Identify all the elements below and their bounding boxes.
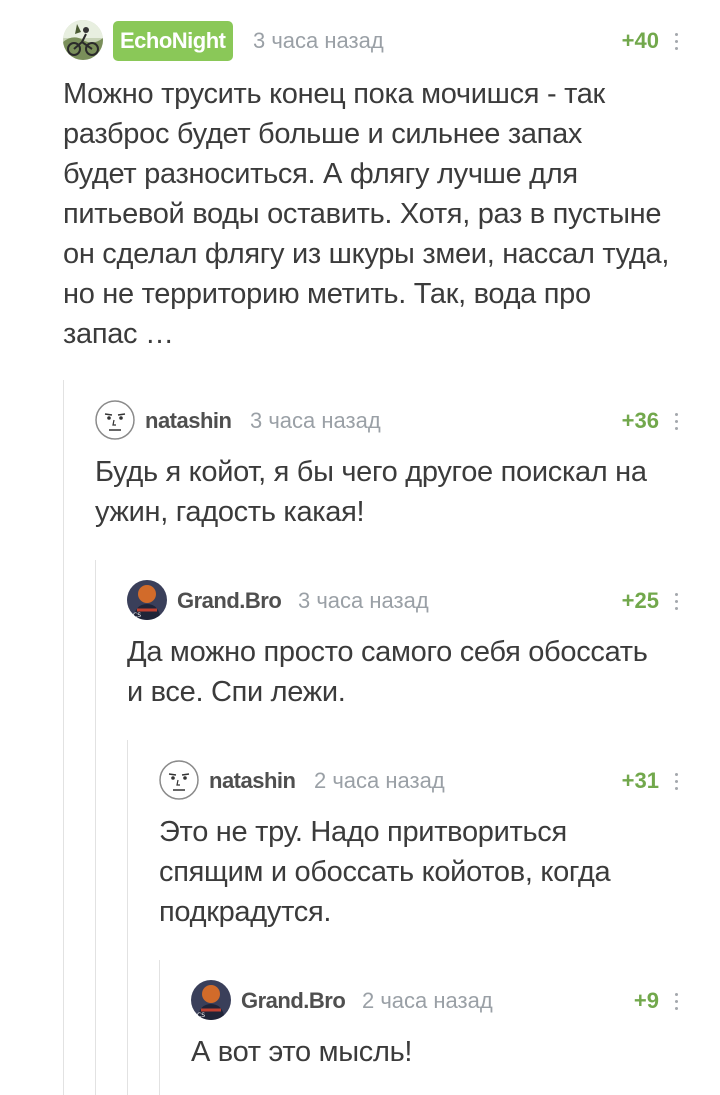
comment-rating: +9 xyxy=(633,988,659,1013)
comment-text-line: запас … xyxy=(63,318,174,350)
comment-header: EchoNight 3 часа назад +40 xyxy=(63,20,693,64)
comment-time[interactable]: 3 часа назад xyxy=(253,20,384,62)
comment-rating: +36 xyxy=(621,408,659,433)
comment: natashin 3 часа назад +36 Будь я койот, … xyxy=(95,400,693,532)
comment-time[interactable]: 2 часа назад xyxy=(314,760,445,802)
comment-time[interactable]: 3 часа назад xyxy=(250,400,381,442)
comment-text-line: Можно трусить конец пока мочишся - так xyxy=(63,78,605,110)
comment: CS Grand.Bro 3 часа назад +25 Да можно п… xyxy=(127,580,693,712)
comment-text-line: разброс будет больше и сильнее запах xyxy=(63,118,583,150)
comment-body: Можно трусить конец пока мочишся - так р… xyxy=(63,74,693,354)
comment-body: А вот это мысль! xyxy=(191,1032,693,1072)
comment-body: Это не тру. Надо притвориться спящим и о… xyxy=(159,812,693,932)
grand-bro-avatar-icon[interactable]: CS xyxy=(127,580,167,620)
kebab-menu-icon[interactable] xyxy=(669,980,683,1022)
comment: EchoNight 3 часа назад +40 Можно трусить… xyxy=(63,20,693,354)
kebab-menu-icon[interactable] xyxy=(669,400,683,442)
cyclist-avatar-icon[interactable] xyxy=(63,20,103,60)
comment-header: CS Grand.Bro 3 часа назад +25 xyxy=(127,580,693,624)
thread-line-level-2 xyxy=(95,560,96,1095)
kebab-menu-icon[interactable] xyxy=(669,760,683,802)
comment-time[interactable]: 2 часа назад xyxy=(362,980,493,1022)
comment-author[interactable]: natashin xyxy=(145,400,232,442)
comment-text-line: он сделал флягу из шкуры змеи, нассал ту… xyxy=(63,238,670,270)
comment-header: CS Grand.Bro 2 часа назад +9 xyxy=(191,980,693,1024)
comment-body: Будь я койот, я бы чего другое поискал н… xyxy=(95,452,693,532)
comment-author[interactable]: EchoNight xyxy=(113,21,233,61)
comment-text-line: питьевой воды оставить. Хотя, раз в пуст… xyxy=(63,198,662,230)
comment-author[interactable]: Grand.Bro xyxy=(241,980,346,1022)
thread-line-level-1 xyxy=(63,380,64,1095)
comment-text-line: ужин, гадость какая! xyxy=(95,496,365,528)
meme-face-avatar-icon[interactable] xyxy=(95,400,135,440)
svg-text:CS: CS xyxy=(133,612,141,619)
kebab-menu-icon[interactable] xyxy=(669,580,683,622)
comment-text-line: подкрадутся. xyxy=(159,896,332,928)
grand-bro-avatar-icon[interactable]: CS xyxy=(191,980,231,1020)
kebab-menu-icon[interactable] xyxy=(669,20,683,62)
comment-text-line: Да можно просто самого себя обоссать xyxy=(127,636,648,668)
thread-line-level-4 xyxy=(159,960,160,1095)
comment-header: natashin 3 часа назад +36 xyxy=(95,400,693,444)
svg-text:CS: CS xyxy=(197,1012,205,1019)
comment-text-line: А вот это мысль! xyxy=(191,1036,413,1068)
comment-text-line: Это не тру. Надо притвориться xyxy=(159,816,567,848)
meme-face-avatar-icon[interactable] xyxy=(159,760,199,800)
comment-text-line: но не территорию метить. Так, вода про xyxy=(63,278,591,310)
comment-author[interactable]: natashin xyxy=(209,760,296,802)
comment-rating: +40 xyxy=(621,28,659,53)
comment-header: natashin 2 часа назад +31 xyxy=(159,760,693,804)
comment-rating: +25 xyxy=(621,588,659,613)
comment-text-line: будет разноситься. А флягу лучше для xyxy=(63,158,578,190)
comment-text-line: Будь я койот, я бы чего другое поискал н… xyxy=(95,456,647,488)
comment-author[interactable]: Grand.Bro xyxy=(177,580,282,622)
comment-thread: EchoNight 3 часа назад +40 Можно трусить… xyxy=(0,0,720,1095)
comment-text-line: спящим и обоссать койотов, когда xyxy=(159,856,611,888)
comment: CS Grand.Bro 2 часа назад +9 А вот это м… xyxy=(191,980,693,1072)
comment-body: Да можно просто самого себя обоссать и в… xyxy=(127,632,693,712)
comment-time[interactable]: 3 часа назад xyxy=(298,580,429,622)
thread-line-level-3 xyxy=(127,740,128,1095)
comment-rating: +31 xyxy=(621,768,659,793)
comment: natashin 2 часа назад +31 Это не тру. На… xyxy=(159,760,693,932)
comment-text-line: и все. Спи лежи. xyxy=(127,676,346,708)
